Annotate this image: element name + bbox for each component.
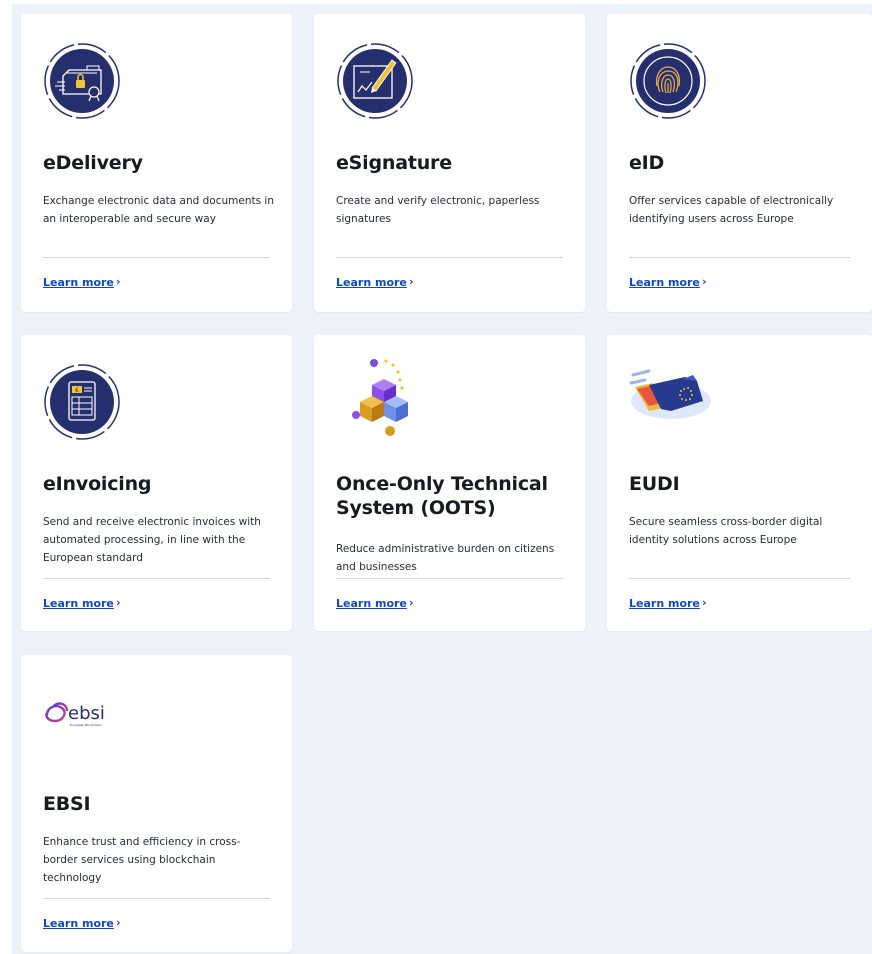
learn-more-link[interactable]: Learn more [336,597,407,610]
card-description: Send and receive electronic invoices wit… [43,516,261,564]
card-description: Create and verify electronic, paperless … [336,195,540,225]
chevron-right-icon[interactable]: › [702,596,707,609]
card-edelivery: eDelivery Exchange electronic data and d… [21,14,292,312]
card-oots: Once-Only Technical System (OOTS) Reduce… [314,335,585,631]
learn-more-link[interactable]: Learn more [43,276,114,289]
fingerprint-icon [629,42,707,120]
card-title: EUDI [629,473,680,495]
card-divider [43,257,270,258]
card-title: Once-Only Technical System (OOTS) [336,473,548,519]
learn-more-link[interactable]: Learn more [629,276,700,289]
ebsi-logo-text: ebsi [68,703,105,724]
building-blocks-panel: eDelivery Exchange electronic data and d… [12,4,872,954]
edelivery-icon [43,42,121,120]
card-eid: eID Offer services capable of electronic… [607,14,872,312]
card-title: EBSI [43,793,91,815]
learn-more-link[interactable]: Learn more [43,597,114,610]
ebsi-logo-icon: ebsi European Blockchain [43,697,143,731]
card-esignature: eSignature Create and verify electronic,… [314,14,585,312]
eu-wallet-icon [627,365,717,421]
card-divider [43,578,270,579]
card-title: eDelivery [43,152,143,174]
chevron-right-icon[interactable]: › [702,275,707,288]
cubes-icon [338,355,418,445]
card-description: Enhance trust and efficiency in cross-bo… [43,836,241,884]
card-title: eSignature [336,152,452,174]
learn-more-link[interactable]: Learn more [43,917,114,930]
chevron-right-icon[interactable]: › [409,596,414,609]
card-title: eID [629,152,665,174]
learn-more-link[interactable]: Learn more [629,597,700,610]
esignature-icon [336,42,414,120]
learn-more-link[interactable]: Learn more [336,276,407,289]
chevron-right-icon[interactable]: › [409,275,414,288]
card-divider [336,257,563,258]
card-description: Offer services capable of electronically… [629,195,834,225]
invoice-icon: € [43,363,121,441]
card-divider [336,578,563,579]
card-divider [629,257,850,258]
card-ebsi: ebsi European Blockchain EBSI Enhance tr… [21,655,292,952]
card-description: Exchange electronic data and documents i… [43,195,274,225]
card-divider [629,578,850,579]
card-title: eInvoicing [43,473,152,495]
ebsi-logo-subtext: European Blockchain [70,723,102,727]
chevron-right-icon[interactable]: › [116,275,121,288]
card-eudi: EUDI Secure seamless cross-border digita… [607,335,872,631]
card-description: Secure seamless cross-border digital ide… [629,516,823,546]
svg-text:€: € [75,387,79,394]
chevron-right-icon[interactable]: › [116,916,121,929]
card-einvoicing: € eInvoicing Send and receive electronic… [21,335,292,631]
chevron-right-icon[interactable]: › [116,596,121,609]
card-divider [43,898,270,899]
card-description: Reduce administrative burden on citizens… [336,543,555,573]
